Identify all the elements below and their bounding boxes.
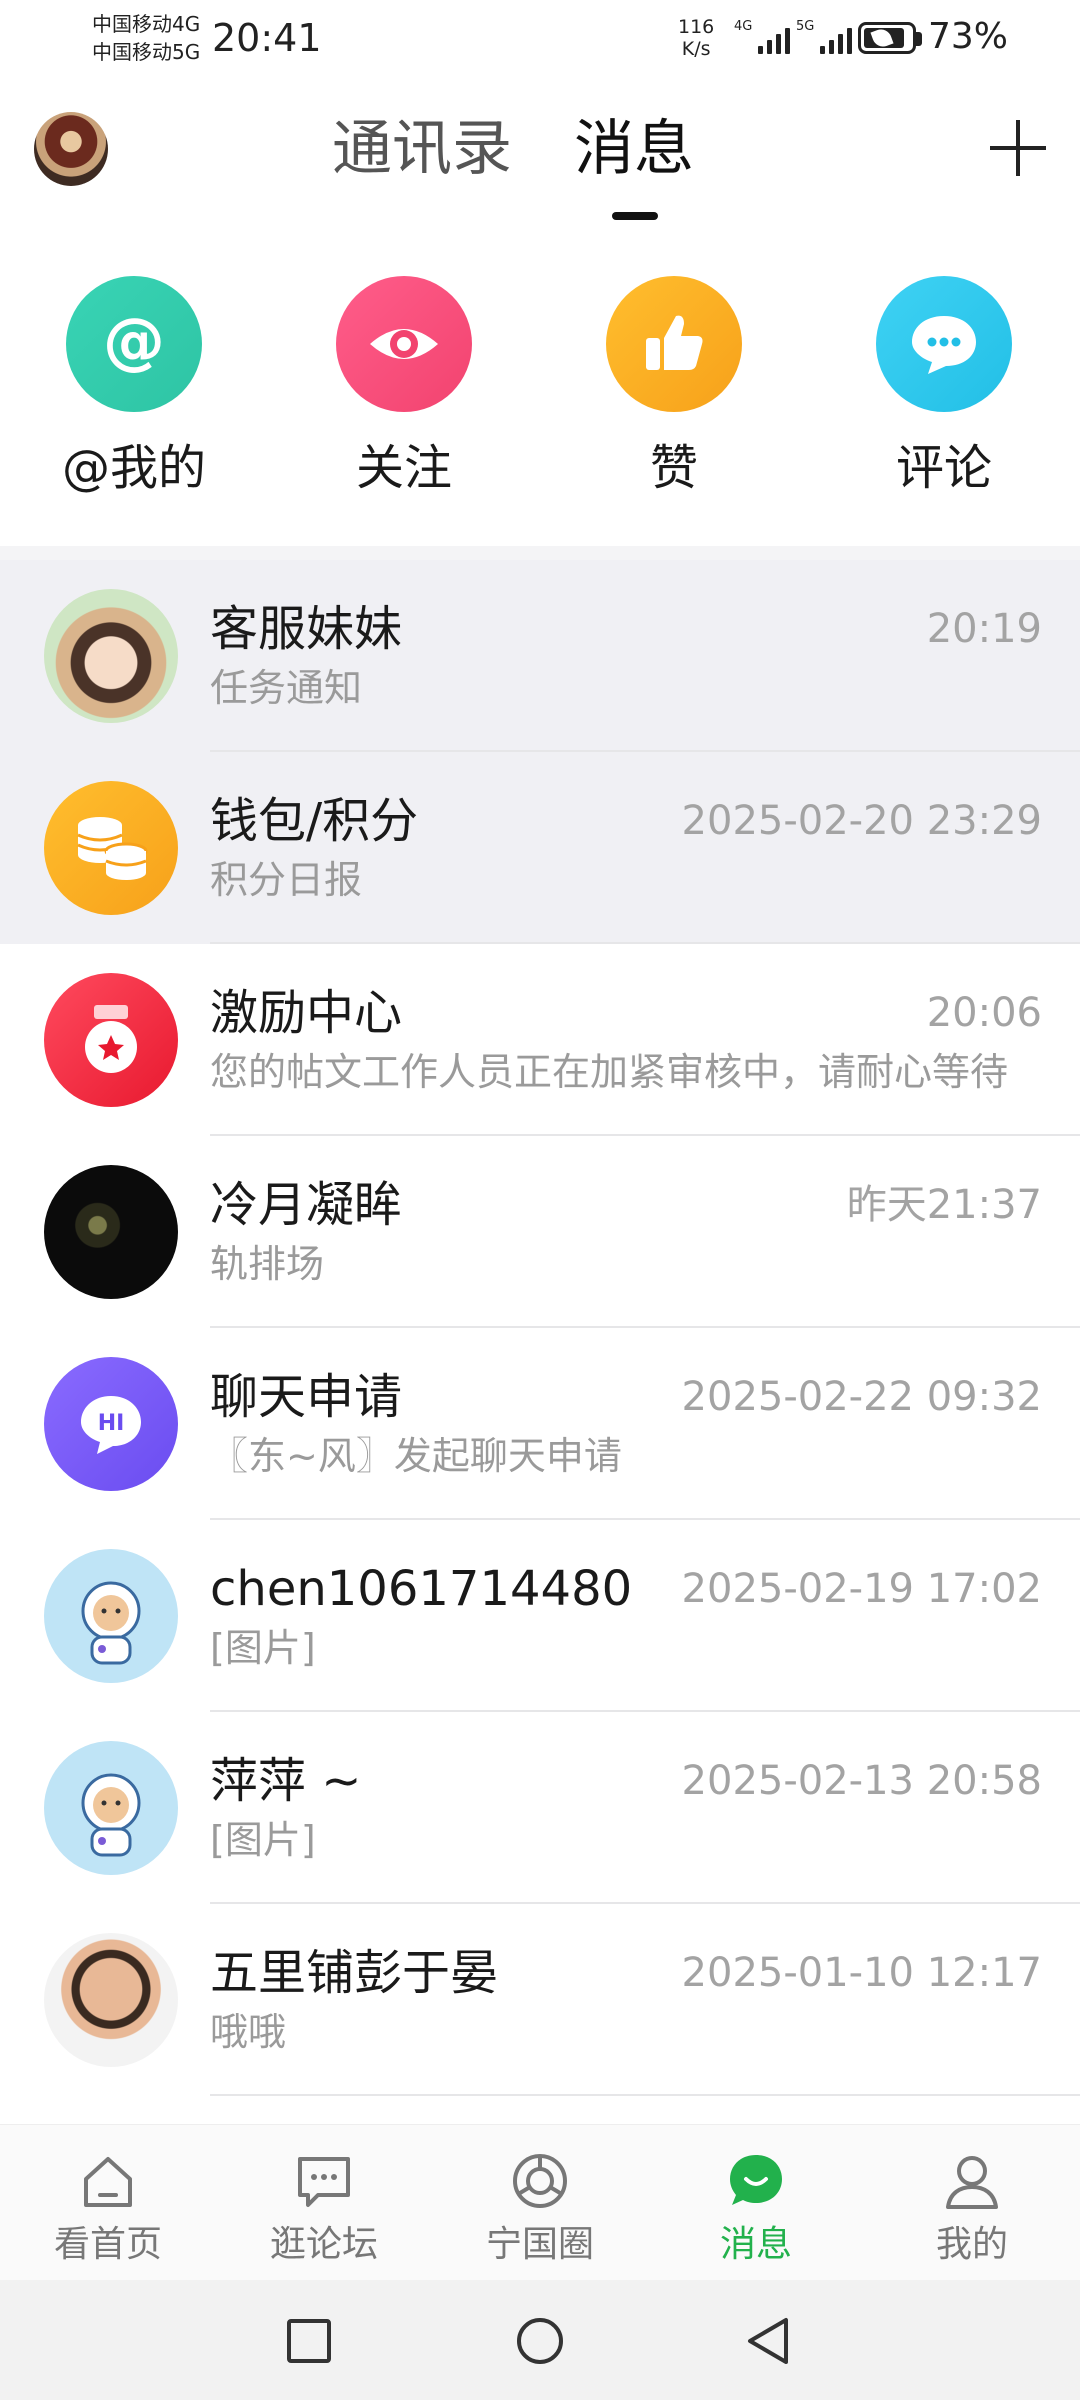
quick-action-like[interactable]: 赞 xyxy=(574,276,774,496)
recent-apps-icon[interactable] xyxy=(284,2316,334,2366)
conversation-row[interactable]: 激励中心 您的帖文工作人员正在加紧审核中，请耐心等待 20:06 xyxy=(0,944,1080,1136)
conversation-preview: 任务通知 xyxy=(210,666,363,710)
nav-label: 消息 xyxy=(719,2224,792,2265)
conversation-time: 20:19 xyxy=(926,606,1042,652)
carrier-1: 中国移动4G xyxy=(92,12,201,36)
nav-label: 看首页 xyxy=(53,2224,162,2265)
svg-text:@: @ xyxy=(103,304,165,377)
conversation-name: 冷月凝眸 xyxy=(210,1177,403,1233)
avatar xyxy=(44,1549,178,1683)
system-nav-bar xyxy=(0,2280,1080,2400)
tab-messages[interactable]: 消息 xyxy=(574,112,694,186)
carrier-info: 中国移动4G 中国移动5G xyxy=(92,10,200,66)
tab-contacts[interactable]: 通讯录 xyxy=(332,112,512,186)
conversation-name: 钱包/积分 xyxy=(210,793,419,849)
quick-action-label: 赞 xyxy=(649,440,698,496)
conversation-preview: 您的帖文工作人员正在加紧审核中，请耐心等待 xyxy=(210,1050,1009,1094)
conversation-row[interactable]: 钱包/积分 积分日报 2025-02-20 23:29 xyxy=(0,752,1080,944)
thumbs-up-icon xyxy=(606,276,742,412)
bottom-nav: 看首页 逛论坛 宁国圈 消息 我的 xyxy=(0,2124,1080,2280)
signal-2-tag: 5G xyxy=(796,19,815,34)
avatar xyxy=(44,589,178,723)
status-bar: 中国移动4G 中国移动5G 20:41 116 K/s 4G 5G 73% xyxy=(0,0,1080,80)
conversation-time: 2025-02-20 23:29 xyxy=(681,798,1042,844)
quick-action-follow[interactable]: 关注 xyxy=(304,276,504,496)
net-speed-value: 116 xyxy=(678,16,715,38)
conversation-time: 20:06 xyxy=(926,990,1042,1036)
signal-1-icon: 4G xyxy=(734,19,791,54)
avatar xyxy=(44,1165,178,1299)
conversation-name: 激励中心 xyxy=(210,985,403,1041)
eye-icon xyxy=(336,276,472,412)
conversation-preview: 哦哦 xyxy=(210,2010,287,2054)
hi-chat-icon: HI xyxy=(44,1357,178,1491)
conversation-row[interactable]: 客服妹妹 任务通知 20:19 xyxy=(0,560,1080,752)
home-icon xyxy=(78,2151,138,2211)
conversation-time: 昨天21:37 xyxy=(846,1182,1042,1228)
signal-1-tag: 4G xyxy=(734,19,753,34)
conversation-name: 客服妹妹 xyxy=(210,601,403,657)
coins-icon xyxy=(44,781,178,915)
avatar xyxy=(44,1741,178,1875)
conversation-time: 2025-02-22 09:32 xyxy=(681,1374,1042,1420)
carrier-2: 中国移动5G xyxy=(92,40,201,64)
conversation-row[interactable]: 五里铺彭于晏 哦哦 2025-01-10 12:17 xyxy=(0,1904,1080,2096)
nav-label: 我的 xyxy=(935,2224,1008,2265)
back-icon[interactable] xyxy=(744,2316,794,2366)
battery-percent: 73% xyxy=(928,16,1009,57)
conversation-row[interactable]: chen1061714480 [图片] 2025-02-19 17:02 xyxy=(0,1520,1080,1712)
active-tab-indicator xyxy=(612,212,658,220)
section-separator xyxy=(0,546,1080,560)
conversation-name: chen1061714480 xyxy=(210,1561,633,1617)
nav-label: 宁国圈 xyxy=(485,2224,594,2265)
my-avatar[interactable] xyxy=(34,112,108,186)
signal-2-icon: 5G xyxy=(796,19,853,54)
circle-icon xyxy=(510,2151,570,2211)
comment-icon xyxy=(876,276,1012,412)
conversation-preview: [图片] xyxy=(210,1626,316,1670)
nav-messages[interactable]: 消息 xyxy=(676,2151,836,2267)
avatar xyxy=(44,1933,178,2067)
add-icon[interactable] xyxy=(990,120,1046,176)
conversation-name: 五里铺彭于晏 xyxy=(210,1945,499,2001)
nav-profile[interactable]: 我的 xyxy=(892,2151,1052,2267)
net-speed-unit: K/s xyxy=(681,38,711,60)
nav-circle[interactable]: 宁国圈 xyxy=(460,2151,620,2267)
battery-nub xyxy=(916,32,922,46)
home-button-icon[interactable] xyxy=(515,2316,565,2366)
quick-action-at-me[interactable]: @ @我的 xyxy=(34,276,234,496)
medal-icon xyxy=(44,973,178,1107)
conversation-row[interactable]: 冷月凝眸 轨排场 昨天21:37 xyxy=(0,1136,1080,1328)
header: 通讯录 消息 xyxy=(0,90,1080,230)
quick-action-label: 关注 xyxy=(355,440,452,496)
conversation-preview: 〖东~风〗发起聊天申请 xyxy=(210,1434,622,1478)
svg-text:HI: HI xyxy=(98,1411,125,1436)
profile-icon xyxy=(942,2151,1002,2211)
clock: 20:41 xyxy=(212,16,322,60)
battery-icon xyxy=(858,22,916,54)
message-icon xyxy=(726,2151,786,2211)
conversation-preview: 积分日报 xyxy=(210,858,363,902)
forum-icon xyxy=(294,2151,354,2211)
at-icon: @ xyxy=(66,276,202,412)
conversation-name: 聊天申请 xyxy=(210,1369,403,1425)
conversation-name: 萍萍 ~ xyxy=(210,1753,362,1809)
nav-home[interactable]: 看首页 xyxy=(28,2151,188,2267)
nav-forum[interactable]: 逛论坛 xyxy=(244,2151,404,2267)
net-speed: 116 K/s xyxy=(678,16,714,60)
conversation-time: 2025-01-10 12:17 xyxy=(681,1950,1042,1996)
quick-action-label: @我的 xyxy=(61,440,206,496)
conversation-time: 2025-02-19 17:02 xyxy=(681,1566,1042,1612)
conversation-time: 2025-02-13 20:58 xyxy=(681,1758,1042,1804)
quick-action-label: 评论 xyxy=(895,440,992,496)
conversation-preview: [图片] xyxy=(210,1818,316,1862)
conversation-row[interactable]: 萍萍 ~ [图片] 2025-02-13 20:58 xyxy=(0,1712,1080,1904)
conversation-preview: 轨排场 xyxy=(210,1242,325,1286)
quick-actions: @ @我的 关注 赞 评论 xyxy=(0,270,1080,510)
quick-action-comment[interactable]: 评论 xyxy=(844,276,1044,496)
conversation-row[interactable]: HI 聊天申请 〖东~风〗发起聊天申请 2025-02-22 09:32 xyxy=(0,1328,1080,1520)
nav-label: 逛论坛 xyxy=(269,2224,378,2265)
